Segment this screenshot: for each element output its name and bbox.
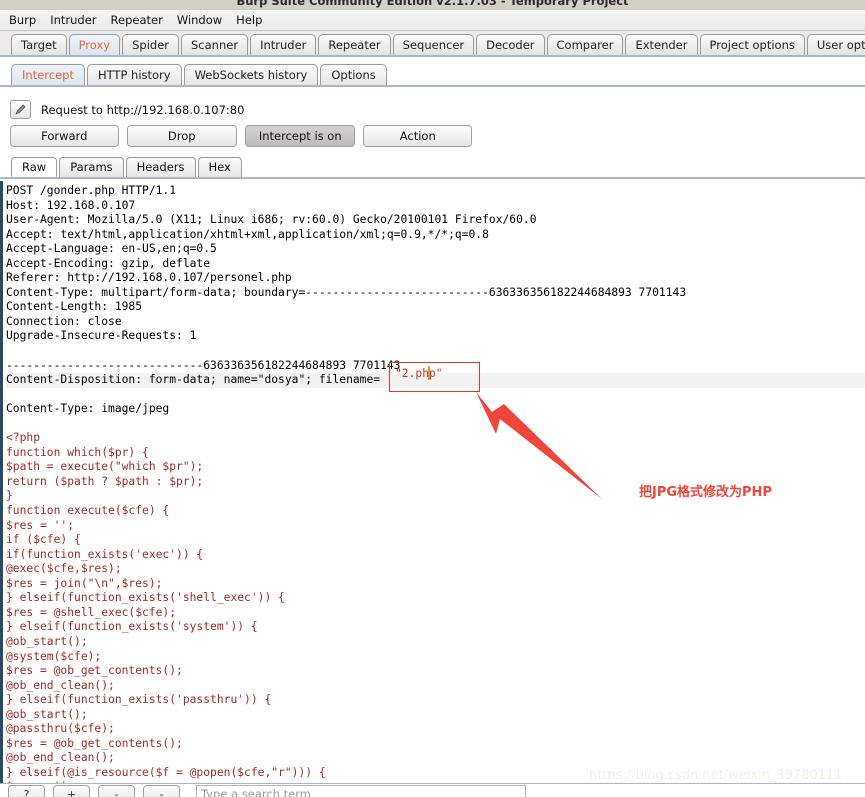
minimize-button[interactable]: - [143, 785, 180, 797]
menu-item-window[interactable]: Window [177, 13, 230, 27]
tab-target[interactable]: Target [11, 34, 67, 55]
editor-tab-raw[interactable]: Raw [11, 157, 58, 177]
action-button[interactable]: Action [363, 125, 472, 147]
proxy-subtabstrip: Intercept HTTP history WebSockets histor… [0, 61, 865, 87]
menu-item-repeater[interactable]: Repeater [111, 13, 171, 27]
main-tabstrip: Target Proxy Spider Scanner Intruder Rep… [0, 31, 865, 57]
editor-bottom-bar: ? + - - Type a search term [0, 783, 865, 797]
tab-scanner[interactable]: Scanner [181, 34, 249, 55]
php-payload-text: <?php function which($pr) { $path = exec… [6, 431, 326, 783]
tab-proxy[interactable]: Proxy [68, 34, 121, 55]
window-title: Burp Suite Community Edition v2.1.7.03 -… [236, 0, 629, 8]
tab-repeater[interactable]: Repeater [318, 34, 391, 55]
tab-comparer[interactable]: Comparer [546, 34, 624, 55]
editor-tab-hex[interactable]: Hex [197, 157, 242, 177]
drop-button[interactable]: Drop [126, 125, 237, 147]
subtab-http-history[interactable]: HTTP history [86, 64, 182, 85]
editor-tab-headers[interactable]: Headers [125, 157, 196, 177]
help-button[interactable]: ? [8, 785, 45, 797]
tab-sequencer[interactable]: Sequencer [392, 34, 475, 55]
tab-decoder[interactable]: Decoder [476, 34, 545, 55]
tab-project-options[interactable]: Project options [699, 34, 805, 55]
subtab-options[interactable]: Options [320, 64, 387, 85]
editor-tab-params[interactable]: Params [59, 157, 124, 177]
request-info-row: Request to http://192.168.0.107:80 [0, 96, 865, 123]
annotation-label: 把JPG格式修改为PHP [639, 485, 772, 500]
remove-button[interactable]: - [98, 785, 135, 797]
burp-suite-window: Burp Suite Community Edition v2.1.7.03 -… [0, 0, 865, 797]
filename-value[interactable]: "2.php" [395, 367, 443, 382]
content-disposition-prefix: Content-Disposition: form-data; name="do… [6, 373, 381, 387]
subtab-intercept[interactable]: Intercept [11, 64, 85, 85]
request-target-label: Request to http://192.168.0.107:80 [41, 102, 245, 117]
tab-intruder[interactable]: Intruder [250, 34, 317, 55]
add-button[interactable]: + [53, 785, 90, 797]
multipart-boundary-line: -----------------------------63633635618… [6, 358, 401, 372]
intercept-toggle-button[interactable]: Intercept is on [245, 125, 356, 147]
menubar: Burp Intruder Repeater Window Help [0, 10, 865, 31]
pencil-icon[interactable] [10, 100, 31, 119]
menu-item-burp[interactable]: Burp [9, 13, 44, 27]
tab-extender[interactable]: Extender [625, 34, 698, 55]
forward-button[interactable]: Forward [10, 125, 119, 147]
part-content-type: Content-Type: image/jpeg [6, 402, 170, 416]
menu-item-intruder[interactable]: Intruder [50, 13, 104, 27]
search-input[interactable]: Type a search term [196, 785, 526, 797]
request-headers-text: POST /gonder.php HTTP/1.1 Host: 192.168.… [6, 184, 687, 343]
subtab-websockets-history[interactable]: WebSockets history [183, 64, 319, 85]
tab-spider[interactable]: Spider [122, 34, 179, 55]
intercept-action-buttons: Forward Drop Intercept is on Action [10, 125, 480, 148]
text-caret [428, 366, 430, 380]
window-titlebar: Burp Suite Community Edition v2.1.7.03 -… [0, 0, 865, 10]
menu-item-help[interactable]: Help [236, 13, 270, 27]
tab-user-options[interactable]: User options [806, 34, 865, 55]
message-editor-tabstrip: Raw Params Headers Hex [0, 155, 865, 179]
